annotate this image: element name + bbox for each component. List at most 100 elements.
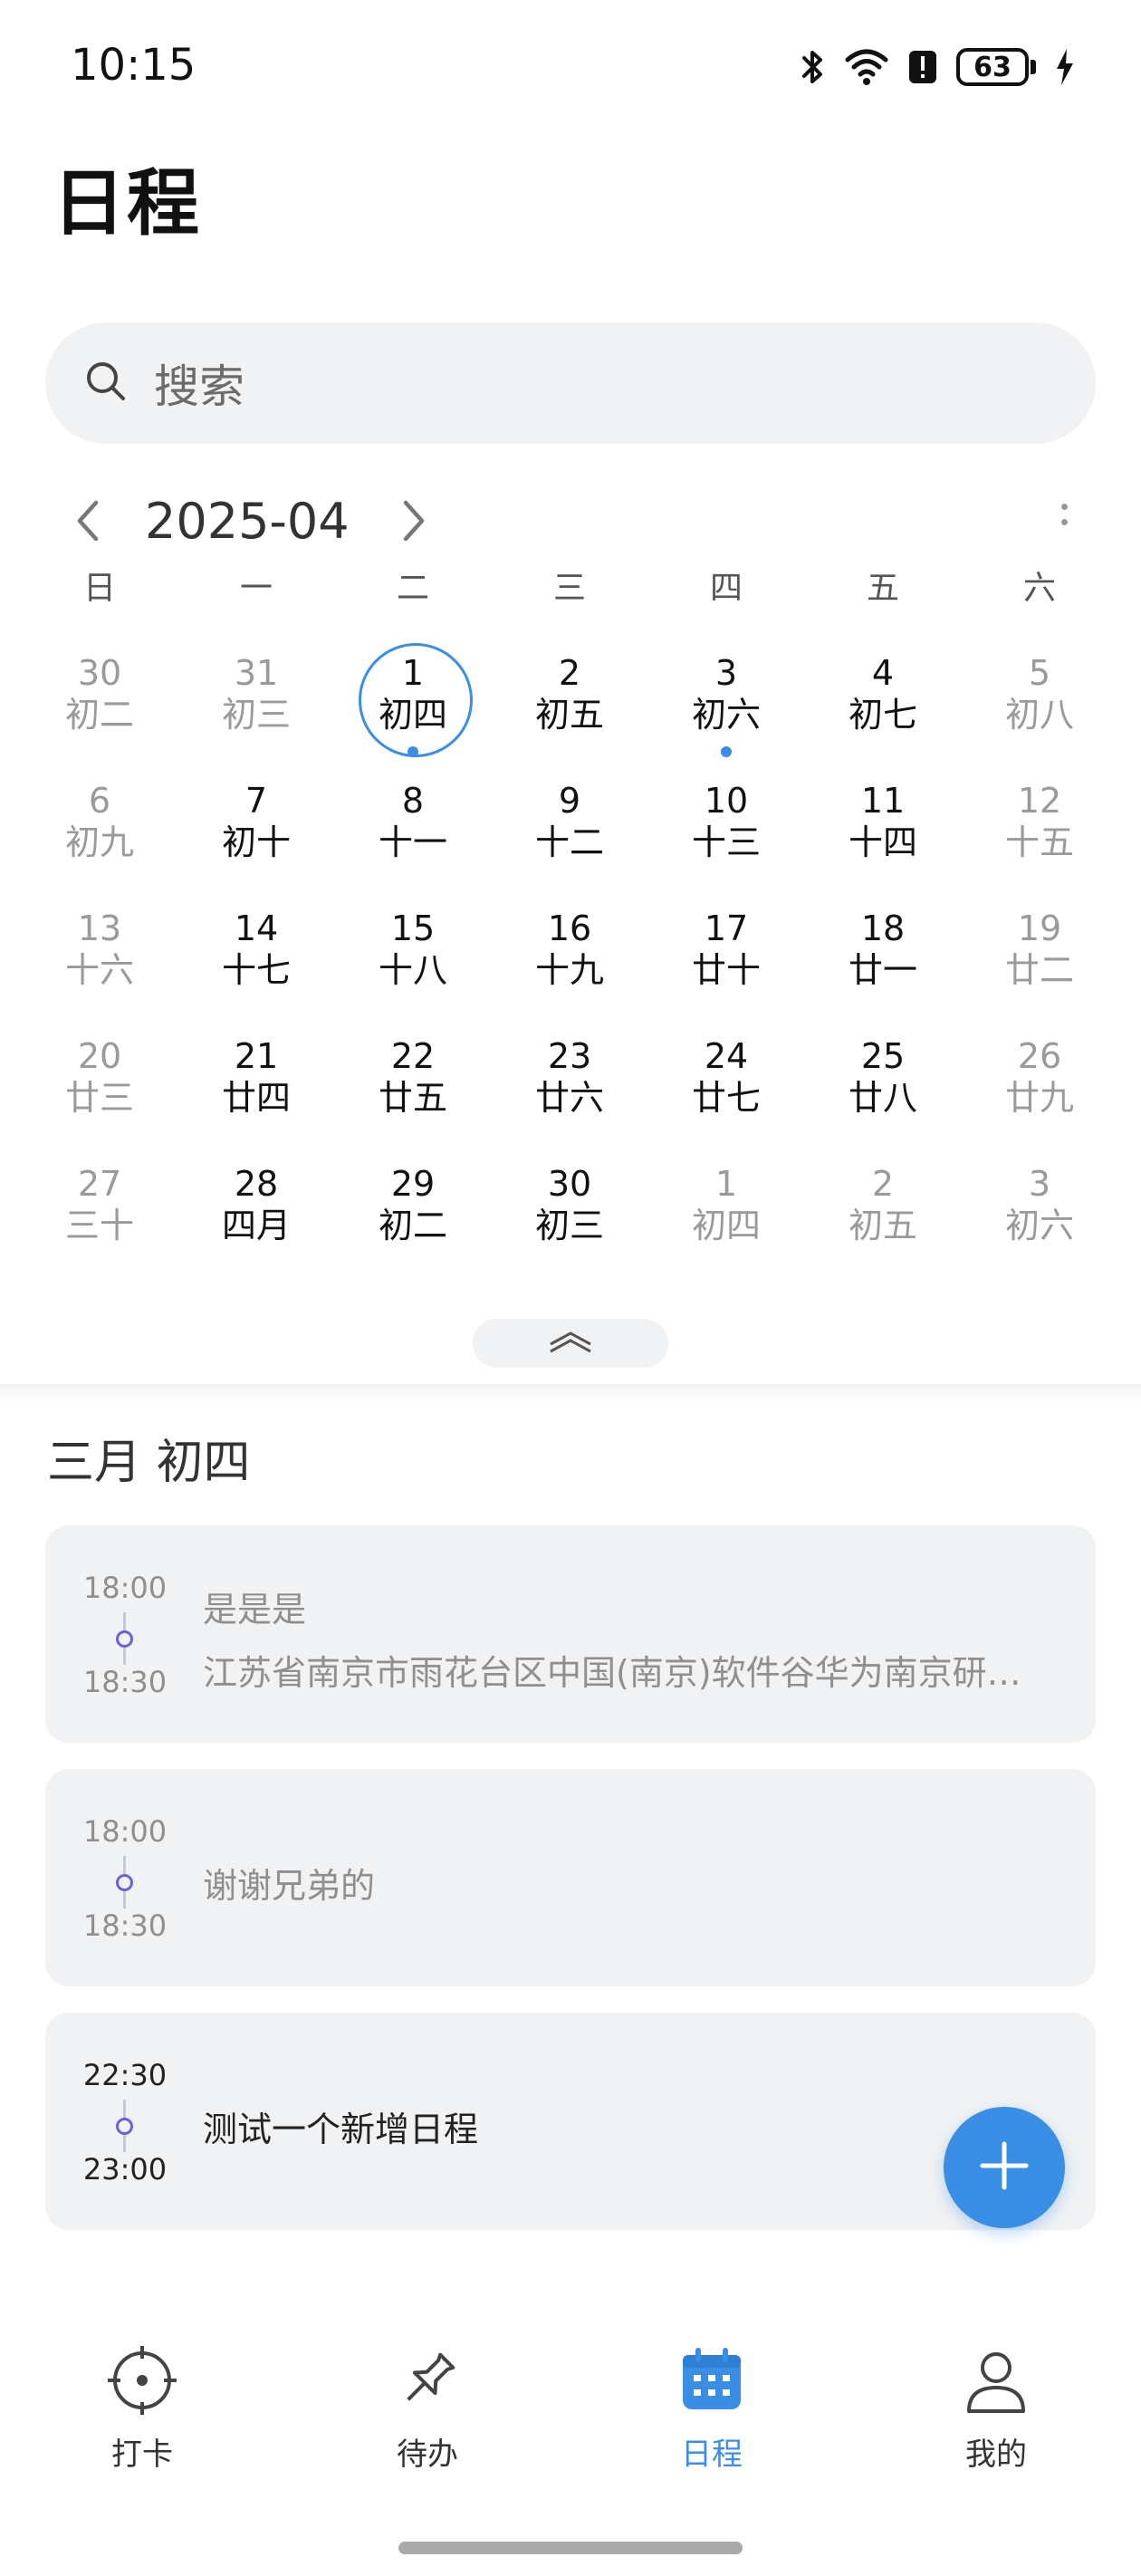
battery-level: 63 bbox=[956, 48, 1029, 86]
lunar-date: 十八 bbox=[378, 950, 447, 990]
lunar-date: 十五 bbox=[1004, 822, 1074, 862]
nav-item-schedule[interactable]: 日程 bbox=[621, 2344, 802, 2474]
lunar-date: 廿七 bbox=[691, 1078, 761, 1118]
nav-label: 待办 bbox=[397, 2437, 458, 2473]
lunar-date: 十一 bbox=[378, 822, 447, 862]
search-icon bbox=[45, 359, 129, 408]
status-bar: 10:15 63 bbox=[0, 0, 1141, 136]
day-number: 14 bbox=[234, 908, 279, 948]
day-number: 20 bbox=[77, 1036, 122, 1076]
search-input[interactable]: 搜索 bbox=[45, 322, 1096, 444]
weekday-label: 六 bbox=[1022, 570, 1056, 607]
day-number: 9 bbox=[558, 781, 581, 821]
calendar-day[interactable]: 23 廿六 bbox=[506, 1035, 633, 1153]
calendar-day[interactable]: 18 廿一 bbox=[820, 908, 946, 1025]
calendar-day[interactable]: 17 廿十 bbox=[663, 908, 790, 1025]
person-icon bbox=[906, 2344, 1087, 2417]
calendar-day[interactable]: 8 十一 bbox=[350, 780, 476, 898]
event-end-time: 23:00 bbox=[82, 2152, 168, 2187]
next-month-button[interactable] bbox=[395, 498, 431, 547]
calendar-day[interactable]: 2 初五 bbox=[820, 1163, 946, 1281]
event-end-time: 18:30 bbox=[82, 1665, 168, 1699]
lunar-date: 初八 bbox=[1004, 695, 1074, 735]
calendar-day[interactable]: 28 四月 bbox=[193, 1163, 320, 1281]
calendar-day[interactable]: 12 十五 bbox=[976, 780, 1103, 898]
nav-item-todo[interactable]: 待办 bbox=[337, 2344, 518, 2474]
day-number: 23 bbox=[547, 1036, 592, 1076]
calendar-day[interactable]: 1 初四 bbox=[350, 643, 476, 770]
calendar-day[interactable]: 16 十九 bbox=[506, 908, 633, 1025]
timeline-dot-icon bbox=[116, 1874, 133, 1891]
prev-month-button[interactable] bbox=[71, 498, 107, 547]
nav-item-profile[interactable]: 我的 bbox=[906, 2344, 1087, 2474]
calendar-day[interactable]: 30 初三 bbox=[506, 1163, 633, 1281]
weekday-label: 二 bbox=[396, 570, 429, 607]
day-number: 28 bbox=[234, 1164, 279, 1204]
calendar-day[interactable]: 22 廿五 bbox=[350, 1035, 476, 1153]
lunar-date: 廿一 bbox=[848, 950, 917, 990]
day-number: 4 bbox=[871, 653, 895, 693]
calendar-day[interactable]: 5 初八 bbox=[976, 652, 1103, 770]
event-card[interactable]: 22:30 23:00 测试一个新增日程 bbox=[45, 2013, 1096, 2230]
lunar-date: 初二 bbox=[64, 695, 134, 735]
day-number: 19 bbox=[1017, 908, 1062, 948]
calendar-day[interactable]: 9 十二 bbox=[506, 780, 633, 898]
collapse-calendar-button[interactable] bbox=[473, 1319, 668, 1368]
calendar-day[interactable]: 24 廿七 bbox=[663, 1035, 790, 1153]
calendar-day[interactable]: 29 初二 bbox=[350, 1163, 476, 1281]
calendar-day[interactable]: 15 十八 bbox=[350, 908, 476, 1025]
calendar-day[interactable]: 11 十四 bbox=[820, 780, 946, 898]
more-options-icon[interactable] bbox=[1061, 504, 1068, 525]
day-number: 15 bbox=[390, 908, 436, 948]
bluetooth-icon bbox=[799, 47, 826, 87]
month-label[interactable]: 2025-04 bbox=[145, 493, 350, 550]
add-schedule-button[interactable] bbox=[944, 2107, 1065, 2228]
calendar-day[interactable]: 3 初六 bbox=[976, 1163, 1103, 1281]
event-indicator-dot bbox=[408, 746, 418, 757]
calendar-day[interactable]: 10 十三 bbox=[663, 780, 790, 898]
event-card[interactable]: 18:00 18:30 谢谢兄弟的 bbox=[45, 1769, 1096, 1986]
day-number: 21 bbox=[234, 1036, 279, 1076]
lunar-date: 初五 bbox=[848, 1206, 917, 1245]
nav-label: 打卡 bbox=[111, 2437, 173, 2473]
calendar-day[interactable]: 21 廿四 bbox=[193, 1035, 320, 1153]
calendar-day[interactable]: 3 初六 bbox=[663, 652, 790, 770]
lunar-date: 廿六 bbox=[534, 1078, 604, 1118]
calendar-day[interactable]: 13 十六 bbox=[36, 908, 163, 1025]
calendar-day[interactable]: 30 初二 bbox=[36, 652, 163, 770]
event-title: 测试一个新增日程 bbox=[203, 2110, 479, 2149]
nav-item-checkin[interactable]: 打卡 bbox=[52, 2344, 233, 2474]
event-card[interactable]: 18:00 18:30 是是是 江苏省南京市雨花台区中国(南京)软件谷华为南京研… bbox=[45, 1525, 1096, 1743]
chevron-up-icon bbox=[545, 1328, 596, 1359]
calendar-day[interactable]: 27 三十 bbox=[36, 1163, 163, 1281]
lunar-date: 廿九 bbox=[1004, 1078, 1074, 1118]
lunar-date: 四月 bbox=[221, 1206, 291, 1245]
weekday-label: 四 bbox=[709, 570, 743, 607]
calendar-day[interactable]: 6 初九 bbox=[36, 780, 163, 898]
lunar-date: 十七 bbox=[221, 950, 291, 990]
calendar-day[interactable]: 14 十七 bbox=[193, 908, 320, 1025]
calendar-day[interactable]: 19 廿二 bbox=[976, 908, 1103, 1025]
lunar-date: 廿二 bbox=[1004, 950, 1074, 990]
calendar-day[interactable]: 2 初五 bbox=[506, 652, 633, 770]
calendar-day[interactable]: 20 廿三 bbox=[36, 1035, 163, 1153]
calendar-day[interactable]: 25 廿八 bbox=[820, 1035, 946, 1153]
lunar-date: 十四 bbox=[848, 822, 917, 862]
calendar-day[interactable]: 31 初三 bbox=[193, 652, 320, 770]
bottom-navigation: 打卡 待办 日程 我的 bbox=[0, 2328, 1141, 2491]
home-indicator[interactable] bbox=[398, 2542, 743, 2554]
calendar-day[interactable]: 4 初七 bbox=[820, 652, 946, 770]
event-location: 江苏省南京市雨花台区中国(南京)软件谷华为南京研究所 bbox=[203, 1653, 1054, 1693]
event-indicator-dot bbox=[721, 746, 732, 757]
lunar-date: 初九 bbox=[64, 822, 134, 862]
event-end-time: 18:30 bbox=[82, 1908, 168, 1943]
weekday-header: 日一二三四五六 bbox=[0, 562, 1141, 612]
calendar-day[interactable]: 7 初十 bbox=[193, 780, 320, 898]
lunar-date: 初七 bbox=[848, 695, 917, 735]
timeline-dot-icon bbox=[116, 2118, 133, 2135]
lunar-date: 初四 bbox=[378, 695, 447, 735]
month-navigation: 2025-04 bbox=[0, 480, 1141, 562]
weekday-label: 日 bbox=[82, 570, 116, 607]
calendar-day[interactable]: 1 初四 bbox=[663, 1163, 790, 1281]
calendar-day[interactable]: 26 廿九 bbox=[976, 1035, 1103, 1153]
